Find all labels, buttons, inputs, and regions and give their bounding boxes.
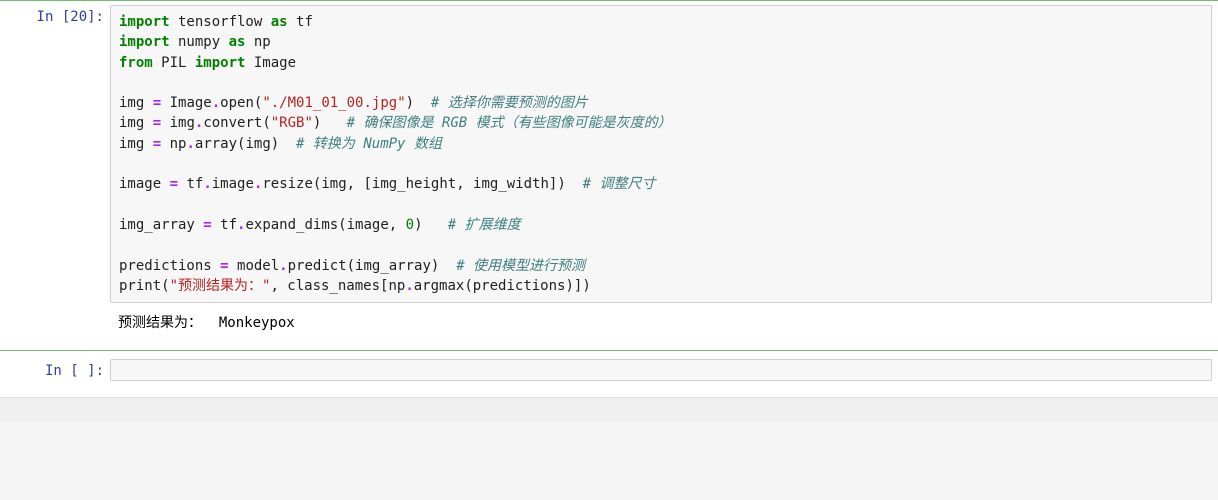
code-cell-1[interactable]: In [20]: import tensorflow as tf import … (0, 0, 1218, 307)
input-prompt: In [20]: (0, 1, 110, 307)
page-background (0, 398, 1218, 422)
input-prompt-2: In [ ]: (0, 355, 110, 385)
code-cell-2[interactable]: In [ ]: (0, 351, 1218, 391)
output-row-1: 预测结果为： Monkeypox (0, 307, 1218, 351)
output-text: 预测结果为： Monkeypox (110, 307, 1218, 344)
prompt-prefix: In (37, 9, 62, 25)
prompt-count: [20]: (62, 9, 104, 25)
code-input-empty[interactable] (110, 359, 1212, 381)
notebook-container: In [20]: import tensorflow as tf import … (0, 0, 1218, 398)
output-prompt (0, 307, 110, 344)
kw-import: import (119, 14, 170, 30)
code-input[interactable]: import tensorflow as tf import numpy as … (110, 5, 1212, 303)
